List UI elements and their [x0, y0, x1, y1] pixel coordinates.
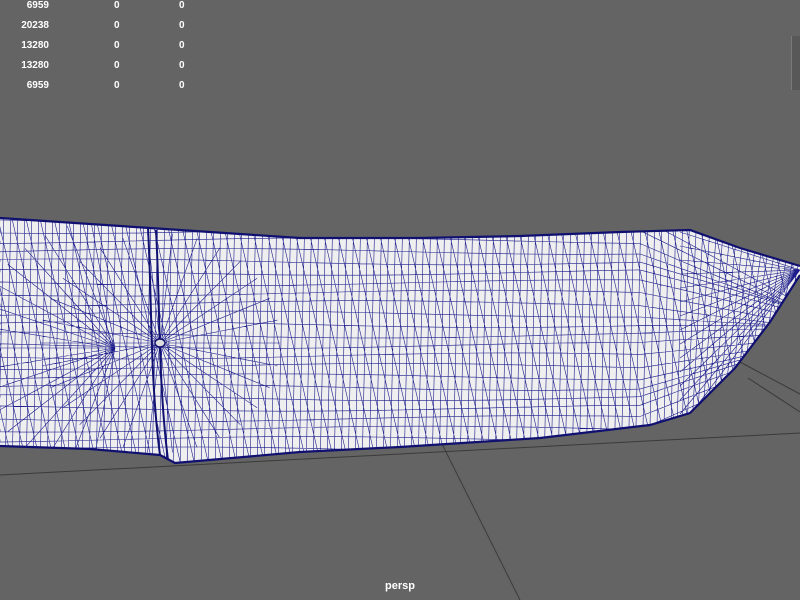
- hud-row-uvs: 6959 0 0: [0, 80, 200, 92]
- hud-value: 20238: [21, 20, 49, 31]
- hud-value: 13280: [21, 40, 49, 51]
- hud-row-faces: 13280 0 0: [0, 40, 200, 52]
- hud-value: 13280: [21, 60, 49, 71]
- hud-row-verts: 6959 0 0: [0, 0, 200, 12]
- hud-value: 0: [179, 60, 185, 71]
- hud-value: 0: [114, 20, 120, 31]
- hud-value: 0: [114, 0, 120, 11]
- hud-value: 0: [179, 20, 185, 31]
- hud-value: 0: [114, 80, 120, 91]
- hud-value: 0: [114, 40, 120, 51]
- hud-row-tris: 13280 0 0: [0, 60, 200, 72]
- hud-value: 0: [179, 80, 185, 91]
- hud-row-edges: 20238 0 0: [0, 20, 200, 32]
- hud-value: 0: [114, 60, 120, 71]
- hud-value: 0: [179, 40, 185, 51]
- hud-value: 6959: [26, 80, 49, 91]
- hud-value: 0: [179, 0, 185, 11]
- perspective-viewport[interactable]: 6959 0 0 20238 0 0 13280 0 0 13280 0 0 6…: [0, 0, 800, 600]
- wireframe-mesh[interactable]: [0, 210, 800, 476]
- hud-value: 6959: [26, 0, 49, 11]
- camera-name-label: persp: [385, 580, 415, 592]
- mesh-hole: [154, 338, 166, 348]
- side-panel-edge[interactable]: [791, 36, 800, 90]
